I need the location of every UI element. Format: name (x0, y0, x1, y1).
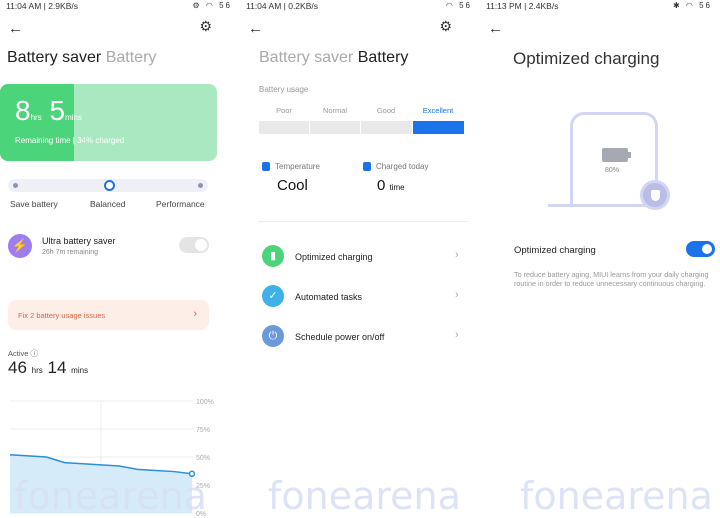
battery-charge-icon: ▮ (262, 245, 284, 267)
back-arrow-icon[interactable]: ← (248, 20, 263, 37)
chart-tick-label: 75% (196, 427, 210, 434)
chevron-right-icon: › (193, 308, 197, 320)
status-icons: ⚙ ◠ 56 (192, 1, 232, 10)
mode-label-balanced[interactable]: Balanced (90, 199, 125, 209)
chevron-right-icon: › (455, 329, 459, 341)
status-time: 11:04 AM | 2.9KB/s (6, 1, 78, 11)
warning-text: Fix 2 battery usage issues (18, 311, 106, 320)
charged-today-value: 0 time (377, 177, 405, 194)
shield-icon (640, 180, 670, 210)
level-segment (361, 121, 412, 134)
level-label-good: Good (376, 106, 396, 115)
slider-dot-performance (198, 183, 203, 188)
mode-slider[interactable] (8, 179, 208, 192)
status-icons: ◠ 56 (445, 1, 472, 10)
active-time: 46 hrs 14 mins (8, 358, 89, 377)
watermark: fonearena (14, 474, 207, 516)
mode-label-save[interactable]: Save battery (10, 199, 58, 209)
tab-battery[interactable]: Battery (358, 49, 409, 66)
slider-knob[interactable] (104, 180, 115, 191)
level-label-normal: Normal (322, 106, 348, 115)
divider (258, 221, 468, 222)
battery-percent: 80% (605, 167, 620, 174)
ultra-saver-toggle[interactable] (179, 237, 209, 253)
level-label-excellent: Excellent (422, 106, 454, 115)
header-tabs: Battery saver Battery (7, 49, 156, 67)
status-bar: 11:04 AM | 0.2KB/s ◠ 56 (240, 0, 480, 12)
level-label-poor: Poor (276, 106, 292, 115)
status-icons: ✱ ◠ 56 (672, 1, 712, 10)
ultra-saver-title: Ultra battery saver (42, 236, 116, 246)
charged-today-label: Charged today (376, 162, 429, 171)
status-bar: 11:13 PM | 2.4KB/s ✱ ◠ 56 (480, 0, 720, 12)
row-automated-tasks[interactable]: Automated tasks (295, 292, 362, 302)
level-segment (259, 121, 309, 134)
slider-dot-save (13, 183, 18, 188)
temperature-value: Cool (277, 177, 308, 194)
remaining-text: Remaining time | 34% charged (15, 136, 125, 145)
back-arrow-icon[interactable]: ← (8, 20, 23, 37)
mode-label-performance[interactable]: Performance (156, 199, 205, 209)
status-bar: 11:04 AM | 2.9KB/s ⚙ ◠ 56 (0, 0, 240, 12)
page-title: Optimized charging (513, 49, 660, 68)
chart-tick-label: 100% (196, 399, 214, 406)
gear-icon[interactable]: ⚙ (439, 18, 452, 35)
row-schedule-power[interactable]: Schedule power on/off (295, 332, 384, 342)
optimized-charging-screen: 11:13 PM | 2.4KB/s ✱ ◠ 56 ← Optimized ch… (480, 0, 720, 516)
chevron-right-icon: › (455, 289, 459, 301)
info-icon[interactable]: ⓘ (31, 349, 39, 358)
row-optimized-charging[interactable]: Optimized charging (295, 252, 373, 262)
status-time: 11:13 PM | 2.4KB/s (486, 1, 559, 11)
optimized-charging-label: Optimized charging (514, 245, 596, 256)
ultra-saver-remaining: 26h 7m remaining (42, 249, 99, 256)
watermark: fonearena (268, 474, 461, 518)
chart-tick-label: 50% (196, 455, 210, 462)
battery-icon (602, 148, 631, 162)
power-icon: ⏻ (262, 325, 284, 347)
chevron-right-icon: › (455, 249, 459, 261)
watermark: fonearena (520, 474, 713, 518)
optimized-charging-description: To reduce battery aging, MIUI learns fro… (514, 270, 709, 288)
back-arrow-icon[interactable]: ← (488, 20, 503, 37)
gear-icon[interactable]: ⚙ (199, 18, 212, 35)
tab-battery-saver[interactable]: Battery saver (259, 49, 353, 66)
header-tabs: Battery saver Battery (259, 49, 408, 67)
level-segment-selected (413, 121, 464, 134)
optimized-charging-toggle[interactable] (686, 241, 715, 257)
tab-battery-saver[interactable]: Battery saver (7, 49, 101, 66)
remaining-time: 8hrs 5mins (15, 95, 82, 126)
temperature-label: Temperature (275, 162, 320, 171)
tab-battery[interactable]: Battery (106, 49, 157, 66)
charge-icon (363, 162, 371, 171)
lightning-icon: ⚡ (8, 234, 32, 258)
fix-issues-banner[interactable]: Fix 2 battery usage issues › (8, 300, 209, 330)
level-segment (310, 121, 360, 134)
battery-usage-label: Battery usage (259, 85, 309, 94)
status-time: 11:04 AM | 0.2KB/s (246, 1, 318, 11)
thermometer-icon (262, 162, 270, 171)
tasks-icon: ✓ (262, 285, 284, 307)
battery-saver-screen: 11:04 AM | 2.9KB/s ⚙ ◠ 56 ← ⚙ Battery sa… (0, 0, 240, 516)
remaining-time-card: 8hrs 5mins Remaining time | 34% charged (0, 84, 217, 161)
